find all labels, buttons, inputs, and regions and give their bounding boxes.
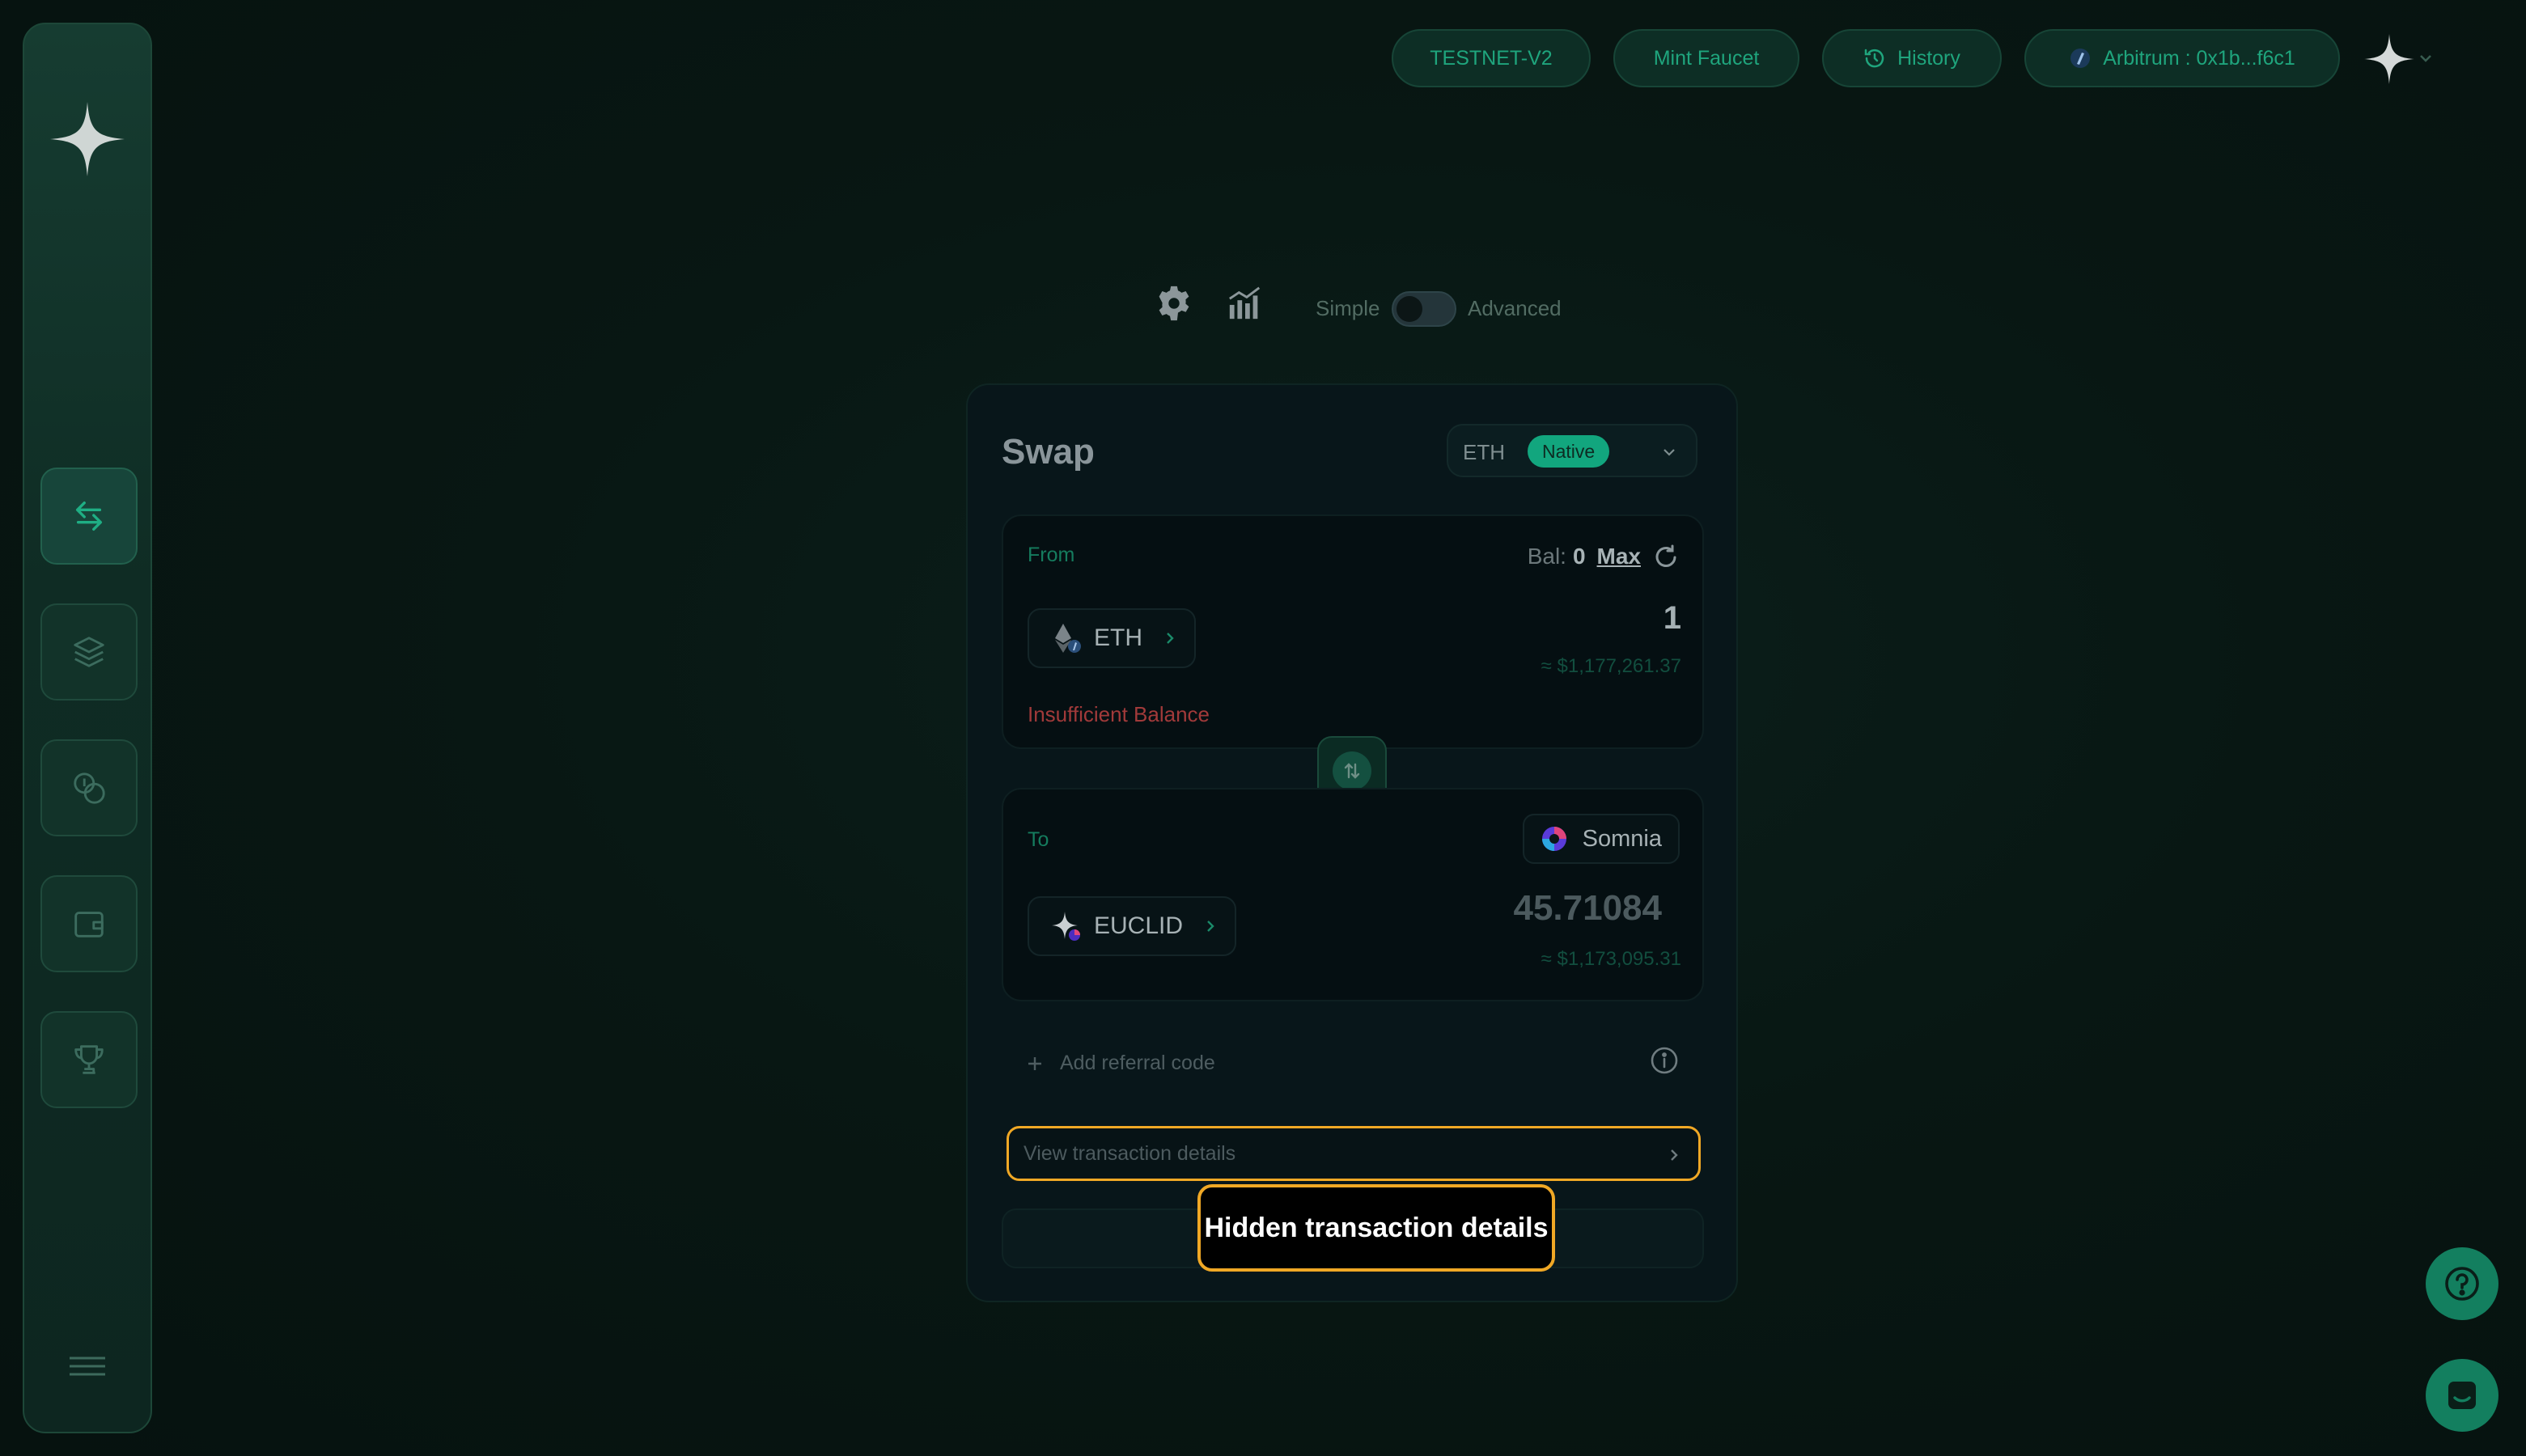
mint-faucet-button[interactable]: Mint Faucet (1613, 29, 1799, 87)
to-amount: 45.71084 (1513, 888, 1662, 928)
help-button[interactable] (2426, 1247, 2498, 1320)
arbitrum-icon (2070, 49, 2091, 68)
swap-title: Swap (1002, 432, 1095, 472)
to-usd-value: ≈ $1,173,095.31 (1541, 948, 1681, 970)
advanced-mode-toggle[interactable] (1392, 291, 1456, 327)
from-panel: From Bal: 0 Max ETH 1 ≈ $1,177,261.37 Insu… (1002, 514, 1704, 749)
history-label: History (1897, 46, 1960, 70)
swap-arrows-icon (75, 502, 103, 531)
mint-faucet-label: Mint Faucet (1653, 46, 1760, 70)
mode-advanced-label: Advanced (1468, 296, 1562, 320)
somnia-icon (1541, 827, 1566, 851)
sidebar-item-tokens[interactable] (40, 739, 138, 836)
chart-icon[interactable] (1227, 285, 1264, 322)
coins-icon (74, 772, 105, 804)
chevron-down-icon (1664, 449, 1675, 456)
euclid-logo-icon[interactable] (50, 102, 125, 176)
eth-icon (1055, 624, 1081, 653)
mode-simple-label: Simple (1316, 296, 1380, 320)
referral-label: Add referral code (1060, 1052, 1215, 1074)
chevron-right-icon (1671, 1149, 1678, 1161)
sidebar-item-wallet[interactable] (40, 875, 138, 972)
question-icon (2445, 1267, 2479, 1301)
toggle-knob (1397, 296, 1422, 322)
add-referral-code-button[interactable]: Add referral code (1026, 1052, 1215, 1075)
menu-icon[interactable] (68, 1354, 107, 1378)
network-selector[interactable]: ETH Native (1447, 424, 1697, 477)
chevron-down-icon[interactable] (2418, 52, 2434, 65)
to-token-selector[interactable]: EUCLID (1028, 896, 1237, 956)
testnet-badge[interactable]: TESTNET-V2 (1392, 29, 1591, 87)
wallet-button[interactable]: Arbitrum : 0x1b...f6c1 (2024, 29, 2340, 87)
wallet-icon (74, 912, 104, 938)
to-token-label: EUCLID (1094, 912, 1184, 939)
balance-label: Bal: (1527, 544, 1566, 569)
to-label: To (1028, 828, 1049, 851)
plus-icon (1028, 1056, 1041, 1070)
network-token: ETH (1463, 440, 1505, 464)
layers-icon (74, 637, 104, 667)
to-chain-label: Somnia (1582, 825, 1662, 852)
info-icon[interactable] (1649, 1045, 1680, 1076)
chevron-right-icon (1167, 633, 1174, 644)
profile-star-icon[interactable] (2364, 34, 2414, 84)
view-transaction-details-button[interactable]: View transaction details (1007, 1126, 1701, 1181)
native-badge: Native (1528, 435, 1610, 468)
sidebar-item-rewards[interactable] (40, 1011, 138, 1108)
to-chain-selector[interactable]: Somnia (1522, 814, 1680, 864)
insufficient-balance-error: Insufficient Balance (1028, 702, 1210, 726)
refresh-icon[interactable] (1652, 544, 1680, 571)
max-button[interactable]: Max (1597, 544, 1641, 569)
hidden-details-tooltip: Hidden transaction details (1197, 1184, 1555, 1272)
from-amount[interactable]: 1 (1664, 600, 1681, 637)
chat-support-button[interactable] (2426, 1359, 2498, 1432)
from-token-selector[interactable]: ETH (1028, 608, 1196, 668)
from-token-label: ETH (1094, 624, 1142, 651)
chat-icon (2448, 1382, 2476, 1409)
switch-circle (1333, 751, 1371, 790)
history-icon (1864, 49, 1884, 68)
sidebar-item-swap[interactable] (40, 468, 138, 565)
swap-vertical-icon (1344, 763, 1360, 779)
sidebar-item-pools[interactable] (40, 603, 138, 700)
history-button[interactable]: History (1822, 29, 2002, 87)
from-label: From (1028, 544, 1075, 566)
view-details-label: View transaction details (1024, 1142, 1236, 1165)
from-usd-value: ≈ $1,177,261.37 (1541, 655, 1681, 677)
balance-row: Bal: 0 Max (1528, 544, 1641, 569)
swap-card: Swap ETH Native From Bal: 0 Max ETH 1 ≈ $1… (966, 383, 1738, 1302)
tooltip-label: Hidden transaction details (1204, 1212, 1549, 1243)
to-panel: To Somnia EUCLID 45.71084 ≈ $1,173,095.3… (1002, 788, 1704, 1001)
euclid-token-icon (1052, 912, 1080, 941)
trophy-icon (74, 1045, 104, 1074)
chevron-right-icon (1207, 921, 1214, 932)
testnet-label: TESTNET-V2 (1430, 46, 1553, 70)
settings-gear-icon[interactable] (1155, 285, 1193, 322)
balance-value: 0 (1572, 544, 1586, 569)
wallet-label: Arbitrum : 0x1b...f6c1 (2103, 46, 2295, 70)
sidebar (23, 23, 152, 1433)
